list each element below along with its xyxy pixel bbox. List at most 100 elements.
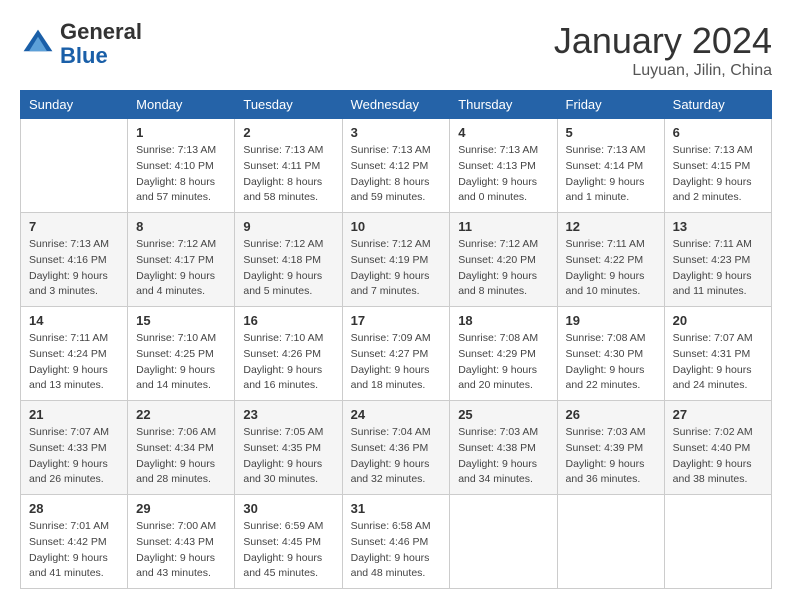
day-number: 8 <box>136 219 226 234</box>
calendar-table: Sunday Monday Tuesday Wednesday Thursday… <box>20 90 772 589</box>
day-number: 30 <box>243 501 333 516</box>
day-number: 9 <box>243 219 333 234</box>
table-row <box>450 495 557 589</box>
title-area: January 2024 Luyuan, Jilin, China <box>554 20 772 80</box>
day-number: 17 <box>351 313 442 328</box>
table-row: 8 Sunrise: 7:12 AMSunset: 4:17 PMDaylight… <box>128 213 235 307</box>
day-number: 29 <box>136 501 226 516</box>
day-number: 3 <box>351 125 442 140</box>
table-row <box>664 495 771 589</box>
table-row: 12Sunrise: 7:11 AMSunset: 4:22 PMDayligh… <box>557 213 664 307</box>
day-info: Sunrise: 7:02 AMSunset: 4:40 PMDaylight:… <box>673 425 763 488</box>
table-row: 4 Sunrise: 7:13 AMSunset: 4:13 PMDaylight… <box>450 119 557 213</box>
logo-text: General Blue <box>60 20 142 68</box>
day-info: Sunrise: 7:11 AMSunset: 4:22 PMDaylight:… <box>566 237 656 300</box>
day-number: 25 <box>458 407 548 422</box>
day-info: Sunrise: 7:12 AMSunset: 4:18 PMDaylight:… <box>243 237 333 300</box>
day-info: Sunrise: 7:04 AMSunset: 4:36 PMDaylight:… <box>351 425 442 488</box>
day-info: Sunrise: 7:13 AMSunset: 4:11 PMDaylight:… <box>243 143 333 206</box>
day-info: Sunrise: 7:13 AMSunset: 4:14 PMDaylight:… <box>566 143 656 206</box>
day-number: 22 <box>136 407 226 422</box>
table-row: 5 Sunrise: 7:13 AMSunset: 4:14 PMDaylight… <box>557 119 664 213</box>
table-row: 9 Sunrise: 7:12 AMSunset: 4:18 PMDaylight… <box>235 213 342 307</box>
day-info: Sunrise: 7:13 AMSunset: 4:13 PMDaylight:… <box>458 143 548 206</box>
table-row: 18Sunrise: 7:08 AMSunset: 4:29 PMDayligh… <box>450 307 557 401</box>
table-row: 11 Sunrise: 7:12 AMSunset: 4:20 PMDayligh… <box>450 213 557 307</box>
table-row: 21 Sunrise: 7:07 AMSunset: 4:33 PMDayligh… <box>21 401 128 495</box>
day-number: 13 <box>673 219 763 234</box>
col-friday: Friday <box>557 91 664 119</box>
col-thursday: Thursday <box>450 91 557 119</box>
table-row: 28 Sunrise: 7:01 AMSunset: 4:42 PMDayligh… <box>21 495 128 589</box>
table-row: 25Sunrise: 7:03 AMSunset: 4:38 PMDayligh… <box>450 401 557 495</box>
table-row: 17 Sunrise: 7:09 AMSunset: 4:27 PMDayligh… <box>342 307 450 401</box>
day-info: Sunrise: 7:00 AMSunset: 4:43 PMDaylight:… <box>136 519 226 582</box>
day-info: Sunrise: 7:07 AMSunset: 4:31 PMDaylight:… <box>673 331 763 394</box>
logo-general: General <box>60 19 142 44</box>
col-wednesday: Wednesday <box>342 91 450 119</box>
logo: General Blue <box>20 20 142 68</box>
calendar-week-row: 7Sunrise: 7:13 AMSunset: 4:16 PMDaylight… <box>21 213 772 307</box>
calendar-header-row: Sunday Monday Tuesday Wednesday Thursday… <box>21 91 772 119</box>
day-number: 4 <box>458 125 548 140</box>
table-row: 13 Sunrise: 7:11 AMSunset: 4:23 PMDayligh… <box>664 213 771 307</box>
col-monday: Monday <box>128 91 235 119</box>
day-info: Sunrise: 7:08 AMSunset: 4:29 PMDaylight:… <box>458 331 548 394</box>
table-row: 27Sunrise: 7:02 AMSunset: 4:40 PMDayligh… <box>664 401 771 495</box>
day-number: 23 <box>243 407 333 422</box>
day-number: 20 <box>673 313 763 328</box>
day-info: Sunrise: 7:06 AMSunset: 4:34 PMDaylight:… <box>136 425 226 488</box>
day-number: 2 <box>243 125 333 140</box>
day-info: Sunrise: 6:58 AMSunset: 4:46 PMDaylight:… <box>351 519 442 582</box>
table-row: 23 Sunrise: 7:05 AMSunset: 4:35 PMDayligh… <box>235 401 342 495</box>
day-number: 1 <box>136 125 226 140</box>
table-row: 31 Sunrise: 6:58 AMSunset: 4:46 PMDayligh… <box>342 495 450 589</box>
day-info: Sunrise: 7:10 AMSunset: 4:25 PMDaylight:… <box>136 331 226 394</box>
logo-icon <box>20 26 56 62</box>
day-info: Sunrise: 7:13 AMSunset: 4:10 PMDaylight:… <box>136 143 226 206</box>
day-info: Sunrise: 7:12 AMSunset: 4:20 PMDaylight:… <box>458 237 548 300</box>
table-row <box>557 495 664 589</box>
calendar-week-row: 21 Sunrise: 7:07 AMSunset: 4:33 PMDayligh… <box>21 401 772 495</box>
day-number: 24 <box>351 407 442 422</box>
day-number: 31 <box>351 501 442 516</box>
day-info: Sunrise: 7:09 AMSunset: 4:27 PMDaylight:… <box>351 331 442 394</box>
table-row: 10Sunrise: 7:12 AMSunset: 4:19 PMDayligh… <box>342 213 450 307</box>
day-info: Sunrise: 7:12 AMSunset: 4:19 PMDaylight:… <box>351 237 442 300</box>
table-row: 15 Sunrise: 7:10 AMSunset: 4:25 PMDayligh… <box>128 307 235 401</box>
day-number: 15 <box>136 313 226 328</box>
day-number: 21 <box>29 407 119 422</box>
table-row: 24 Sunrise: 7:04 AMSunset: 4:36 PMDayligh… <box>342 401 450 495</box>
day-number: 11 <box>458 219 548 234</box>
day-info: Sunrise: 7:01 AMSunset: 4:42 PMDaylight:… <box>29 519 119 582</box>
calendar-week-row: 28 Sunrise: 7:01 AMSunset: 4:42 PMDayligh… <box>21 495 772 589</box>
table-row: 19Sunrise: 7:08 AMSunset: 4:30 PMDayligh… <box>557 307 664 401</box>
table-row: 2 Sunrise: 7:13 AMSunset: 4:11 PMDaylight… <box>235 119 342 213</box>
table-row <box>21 119 128 213</box>
day-number: 14 <box>29 313 119 328</box>
table-row: 6 Sunrise: 7:13 AMSunset: 4:15 PMDaylight… <box>664 119 771 213</box>
day-number: 7 <box>29 219 119 234</box>
day-info: Sunrise: 7:03 AMSunset: 4:39 PMDaylight:… <box>566 425 656 488</box>
table-row: 26Sunrise: 7:03 AMSunset: 4:39 PMDayligh… <box>557 401 664 495</box>
day-info: Sunrise: 7:13 AMSunset: 4:15 PMDaylight:… <box>673 143 763 206</box>
day-number: 5 <box>566 125 656 140</box>
day-info: Sunrise: 7:10 AMSunset: 4:26 PMDaylight:… <box>243 331 333 394</box>
day-number: 19 <box>566 313 656 328</box>
table-row: 3 Sunrise: 7:13 AMSunset: 4:12 PMDaylight… <box>342 119 450 213</box>
day-info: Sunrise: 7:07 AMSunset: 4:33 PMDaylight:… <box>29 425 119 488</box>
day-info: Sunrise: 7:13 AMSunset: 4:12 PMDaylight:… <box>351 143 442 206</box>
page-header: General Blue January 2024 Luyuan, Jilin,… <box>20 20 772 80</box>
logo-blue: Blue <box>60 43 108 68</box>
table-row: 20 Sunrise: 7:07 AMSunset: 4:31 PMDayligh… <box>664 307 771 401</box>
table-row: 29 Sunrise: 7:00 AMSunset: 4:43 PMDayligh… <box>128 495 235 589</box>
table-row: 14 Sunrise: 7:11 AMSunset: 4:24 PMDayligh… <box>21 307 128 401</box>
day-info: Sunrise: 7:05 AMSunset: 4:35 PMDaylight:… <box>243 425 333 488</box>
day-number: 28 <box>29 501 119 516</box>
table-row: 16Sunrise: 7:10 AMSunset: 4:26 PMDayligh… <box>235 307 342 401</box>
day-info: Sunrise: 7:11 AMSunset: 4:23 PMDaylight:… <box>673 237 763 300</box>
day-number: 6 <box>673 125 763 140</box>
day-info: Sunrise: 7:11 AMSunset: 4:24 PMDaylight:… <box>29 331 119 394</box>
month-title: January 2024 <box>554 20 772 62</box>
day-info: Sunrise: 7:12 AMSunset: 4:17 PMDaylight:… <box>136 237 226 300</box>
